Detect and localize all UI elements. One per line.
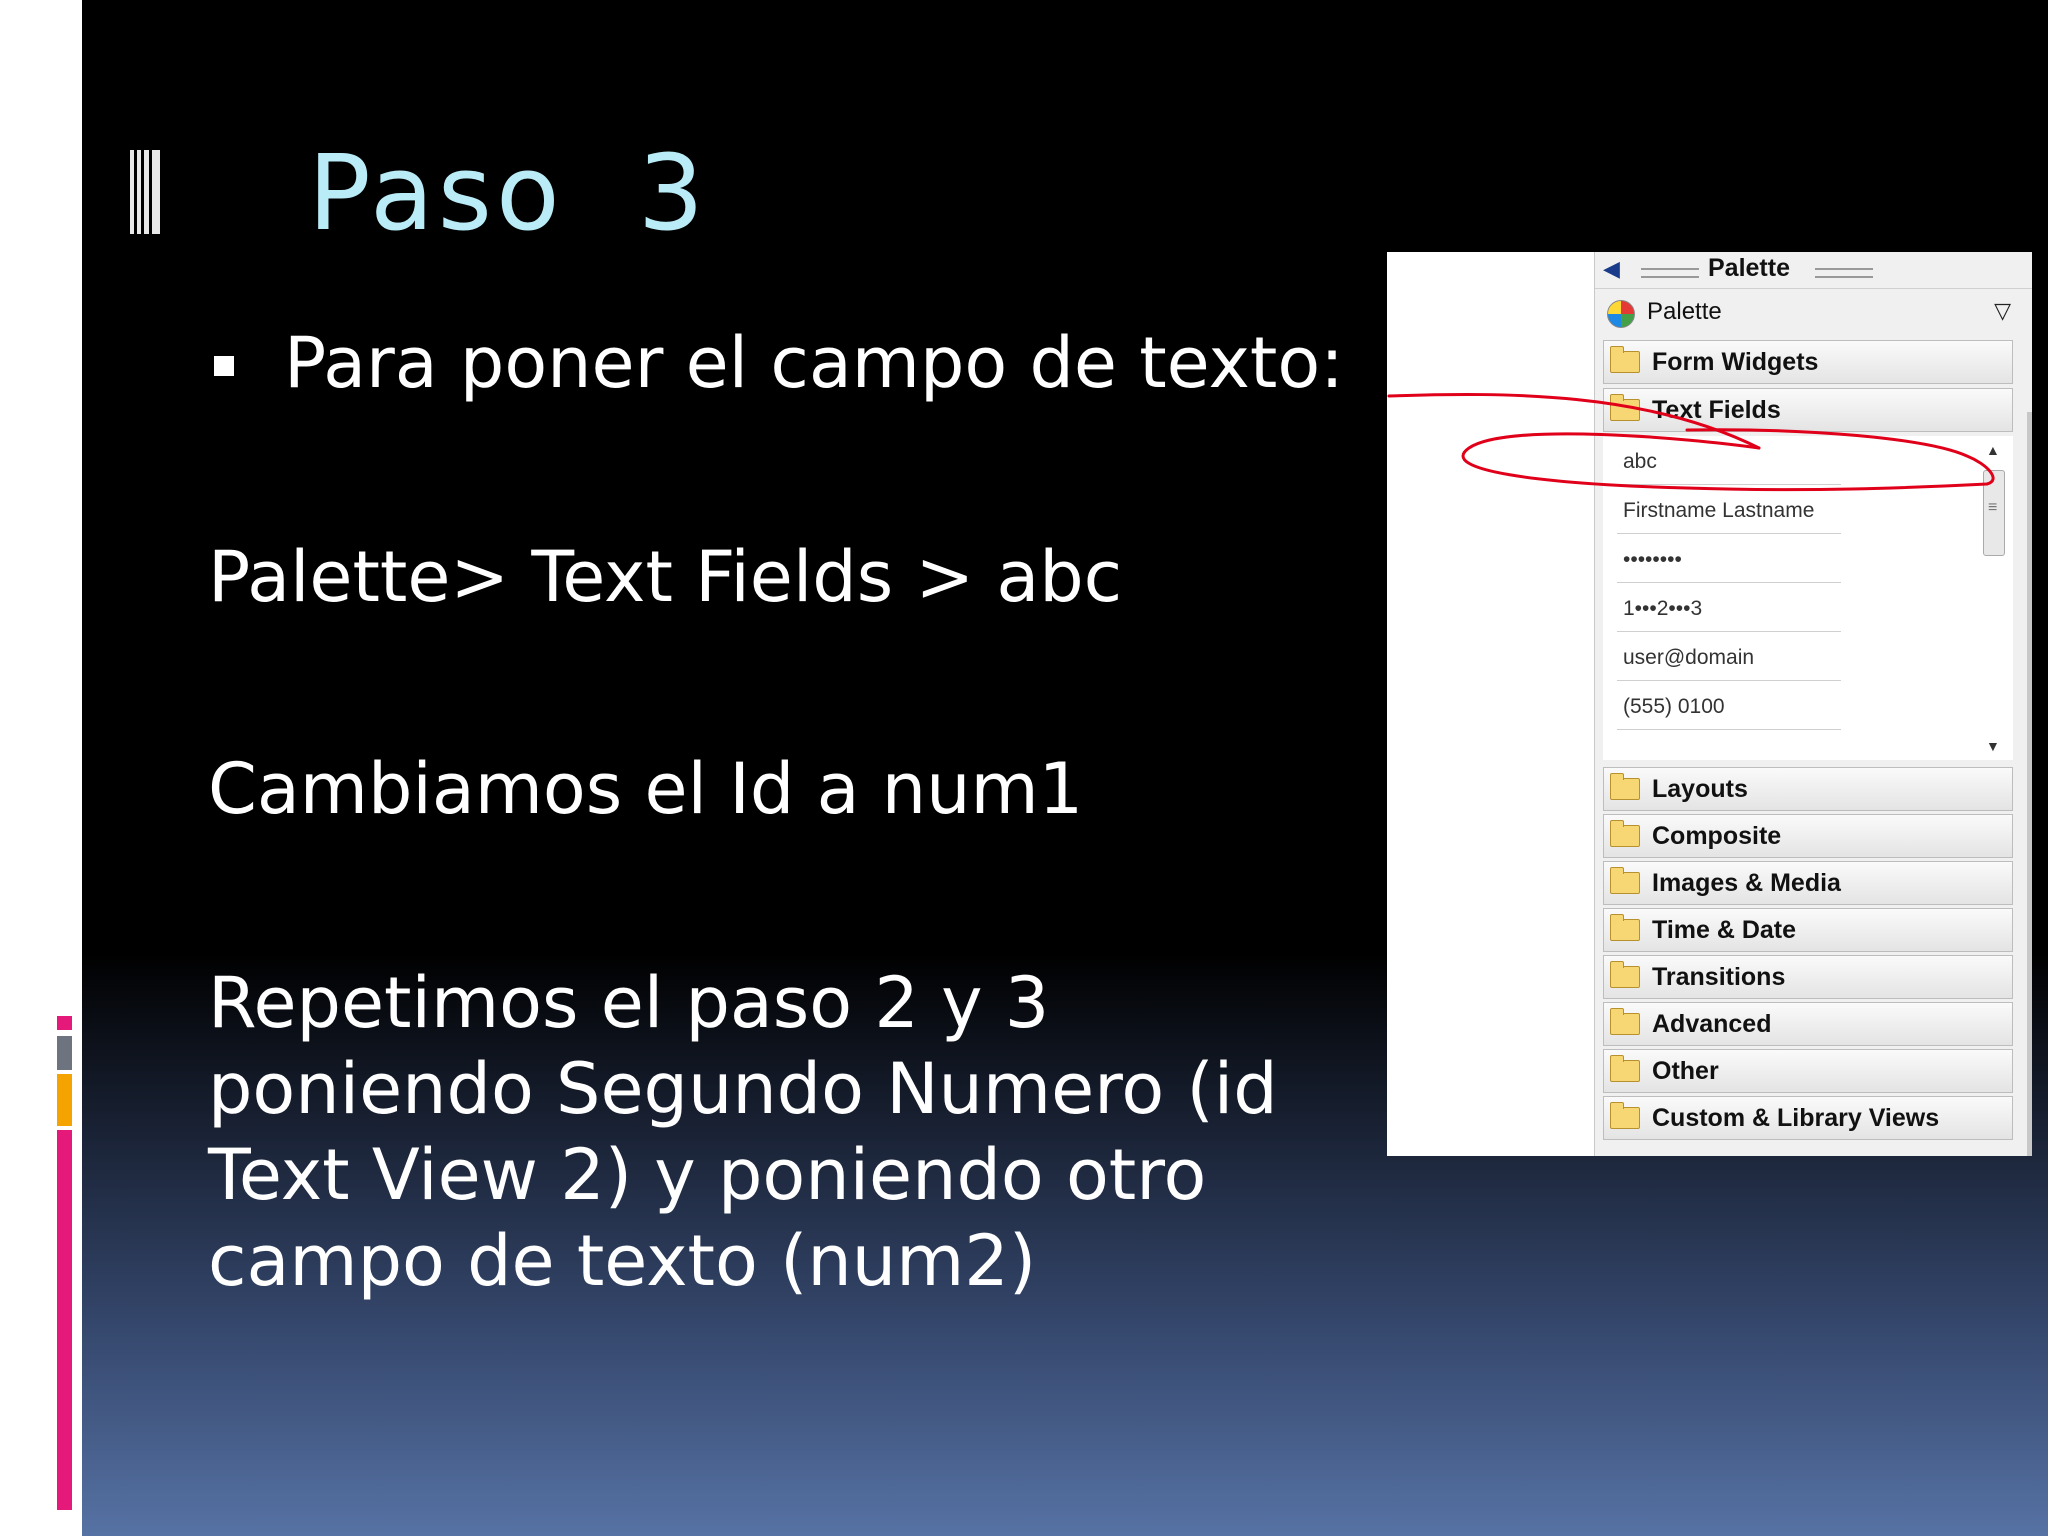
scroll-up-icon[interactable]: ▲ (1986, 442, 2000, 458)
folder-icon (1610, 1055, 1640, 1082)
grip-left-icon (1641, 268, 1699, 278)
category-label: Advanced (1652, 1010, 1772, 1038)
text-field-password[interactable]: •••••••• (1617, 538, 1841, 583)
dropdown-arrow-icon[interactable]: ▽ (1994, 298, 2011, 324)
panel-edge (2027, 412, 2032, 1156)
repeat-text: Repetimos el paso 2 y 3 poniendo Segundo… (208, 962, 1278, 1302)
category-label: Time & Date (1652, 916, 1797, 944)
grip-right-icon (1815, 268, 1873, 278)
collapse-arrow-icon[interactable]: ◀ (1603, 256, 1620, 282)
palette-header-label: Palette (1708, 254, 1790, 282)
category-label: Custom & Library Views (1652, 1104, 1940, 1132)
open-folder-icon (1610, 394, 1640, 421)
category-other[interactable]: Other (1603, 1049, 2013, 1093)
scroll-thumb[interactable] (1983, 470, 2005, 556)
folder-icon (1610, 820, 1640, 847)
palette-icon (1607, 300, 1635, 328)
palette-header: ◀ Palette (1595, 252, 2032, 289)
text-field-email[interactable]: user@domain (1617, 636, 1841, 681)
category-label: Layouts (1652, 775, 1748, 803)
scroll-down-icon[interactable]: ▼ (1986, 738, 2000, 754)
text-field-phone[interactable]: (555) 0100 (1617, 685, 1841, 730)
text-field-number[interactable]: 1•••2•••3 (1617, 587, 1841, 632)
category-time-date[interactable]: Time & Date (1603, 908, 2013, 952)
folder-icon (1610, 773, 1640, 800)
category-custom-library-views[interactable]: Custom & Library Views (1603, 1096, 2013, 1140)
category-advanced[interactable]: Advanced (1603, 1002, 2013, 1046)
folder-icon (1610, 914, 1640, 941)
text-fields-list: abc Firstname Lastname •••••••• 1•••2•••… (1603, 436, 2013, 760)
rename-text: Cambiamos el Id a num1 (208, 748, 1084, 830)
palette-selector[interactable]: Palette ▽ (1603, 294, 2013, 334)
category-images-media[interactable]: Images & Media (1603, 861, 2013, 905)
folder-icon (1610, 1008, 1640, 1035)
text-field-person-name[interactable]: Firstname Lastname (1617, 489, 1841, 534)
category-transitions[interactable]: Transitions (1603, 955, 2013, 999)
category-label: Transitions (1652, 963, 1786, 991)
palette-panel: ◀ Palette Palette ▽ Form Widgets Text Fi… (1594, 252, 2032, 1156)
path-text: Palette> Text Fields > abc (208, 536, 1123, 618)
decorative-bars (130, 150, 162, 234)
category-label: Form Widgets (1652, 348, 1819, 376)
category-label: Other (1652, 1057, 1719, 1085)
category-label: Composite (1652, 822, 1782, 850)
accent-strip-orange (57, 1074, 72, 1126)
folder-icon (1610, 346, 1640, 373)
category-composite[interactable]: Composite (1603, 814, 2013, 858)
palette-selector-label: Palette (1647, 298, 1722, 325)
accent-strip-magenta (57, 1016, 72, 1030)
folder-icon (1610, 961, 1640, 988)
bullet-marker (214, 356, 234, 376)
category-layouts[interactable]: Layouts (1603, 767, 2013, 811)
accent-strip-gray (57, 1036, 72, 1070)
text-field-plain[interactable]: abc (1617, 440, 1841, 485)
slide-title: Paso 3 (308, 132, 708, 254)
category-label: Text Fields (1652, 396, 1781, 424)
accent-strip-magenta-long (57, 1130, 72, 1510)
category-label: Images & Media (1652, 869, 1841, 897)
slide: Paso 3 Para poner el campo de texto: Pal… (82, 0, 2048, 1536)
category-form-widgets[interactable]: Form Widgets (1603, 340, 2013, 384)
palette-screenshot: ◀ Palette Palette ▽ Form Widgets Text Fi… (1387, 252, 2032, 1156)
fields-scrollbar[interactable]: ▲ ▼ (1981, 442, 2005, 754)
bullet-text: Para poner el campo de texto: (284, 322, 1344, 404)
category-text-fields[interactable]: Text Fields (1603, 388, 2013, 432)
folder-icon (1610, 867, 1640, 894)
folder-icon (1610, 1102, 1640, 1129)
